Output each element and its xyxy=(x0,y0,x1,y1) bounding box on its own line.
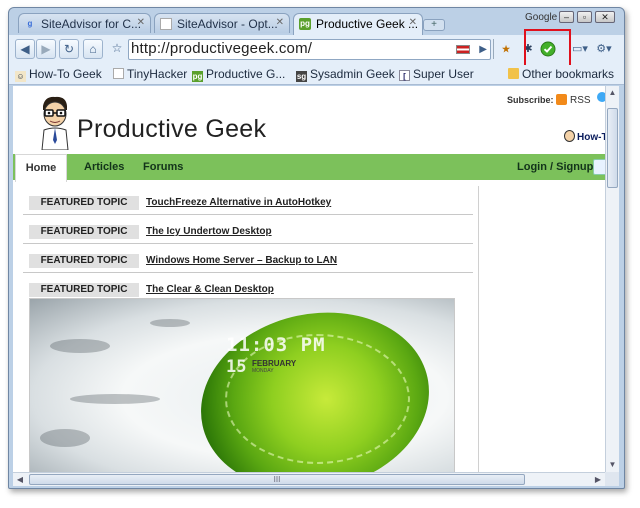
bookmark-super-user[interactable]: [Super User xyxy=(399,67,474,81)
wrench-menu-icon[interactable]: ⚙▾ xyxy=(593,39,615,59)
water-splash xyxy=(70,394,160,404)
close-tab-icon[interactable]: ✕ xyxy=(276,17,284,28)
url-text: http://productivegeek.com/ xyxy=(131,40,313,57)
sidebar-divider xyxy=(478,186,479,472)
reload-button[interactable]: ↻ xyxy=(59,39,79,59)
water-splash xyxy=(40,429,90,447)
featured-link[interactable]: The Clear & Clean Desktop xyxy=(146,284,274,295)
other-bookmarks[interactable]: Other bookmarks xyxy=(508,67,614,81)
horizontal-scroll-thumb[interactable]: III xyxy=(29,474,525,485)
page-menu-icon[interactable]: ▭▾ xyxy=(569,39,591,59)
wallpaper-clock-day: 15 xyxy=(226,357,247,377)
bookmark-tinyhacker[interactable]: TinyHacker xyxy=(113,67,187,81)
new-tab-button[interactable]: + xyxy=(423,19,445,31)
wallpaper-clock-weekday: MONDAY xyxy=(252,368,274,374)
howtogeek-favicon-icon: ☺ xyxy=(15,71,26,82)
bookmark-productive-geek[interactable]: pg Productive G... xyxy=(192,67,285,82)
scroll-up-icon[interactable]: ▲ xyxy=(606,86,619,100)
title-bar: g SiteAdvisor for C... ✕ SiteAdvisor - O… xyxy=(9,8,624,35)
browser-window: g SiteAdvisor for C... ✕ SiteAdvisor - O… xyxy=(8,7,625,489)
featured-tag: FEATURED TOPIC xyxy=(29,196,139,210)
featured-row: FEATURED TOPIC TouchFreeze Alternative i… xyxy=(23,186,473,215)
featured-tag: FEATURED TOPIC xyxy=(29,254,139,268)
scroll-left-icon[interactable]: ◀ xyxy=(13,473,27,486)
address-bar[interactable]: http://productivegeek.com/ ▶ xyxy=(128,39,491,60)
horizontal-scrollbar[interactable]: ◀ III ▶ xyxy=(13,472,605,486)
tab-siteadvisor-2[interactable]: SiteAdvisor - Opt... ✕ xyxy=(154,13,290,33)
bookmark-star-icon[interactable]: ☆ xyxy=(107,39,127,59)
howtogeek-mascot-icon xyxy=(564,130,575,142)
web-page: Productive Geek Subscribe: RSS How-To Ho… xyxy=(13,86,605,472)
rss-link[interactable]: RSS xyxy=(556,94,591,106)
superuser-favicon-icon: [ xyxy=(399,70,410,81)
pg-favicon-icon: pg xyxy=(299,18,311,30)
partner-icon xyxy=(597,92,605,102)
featured-tag: FEATURED TOPIC xyxy=(29,225,139,239)
wallpaper-clock-month: FEBRUARY xyxy=(252,359,297,368)
wallpaper-clock-time: 11:03 PM xyxy=(226,334,326,356)
google-favicon-icon: g xyxy=(27,19,33,28)
nav-articles[interactable]: Articles xyxy=(84,161,124,173)
forward-button[interactable]: ▶ xyxy=(36,39,56,59)
featured-tag: FEATURED TOPIC xyxy=(29,283,139,297)
bookmarks-bar: ☺ How-To Geek TinyHacker pg Productive G..… xyxy=(9,65,624,85)
page-favicon-icon xyxy=(113,68,124,79)
featured-link[interactable]: The Icy Undertow Desktop xyxy=(146,226,272,237)
nav-login[interactable]: Login / Signup xyxy=(517,161,593,173)
search-icon[interactable] xyxy=(593,159,605,175)
bookmark-sysadmin-geek[interactable]: sg Sysadmin Geek xyxy=(296,67,395,82)
nav-home[interactable]: Home xyxy=(15,154,67,182)
bookmark-howtogeek[interactable]: ☺ How-To Geek xyxy=(15,67,102,82)
minimize-button[interactable]: – xyxy=(559,11,574,23)
scroll-down-icon[interactable]: ▼ xyxy=(606,458,619,472)
pg-favicon-icon: pg xyxy=(192,71,203,82)
home-button[interactable]: ⌂ xyxy=(83,39,103,59)
scrollbar-corner xyxy=(605,472,619,486)
us-flag-icon xyxy=(456,45,470,54)
rss-icon xyxy=(556,94,567,105)
vertical-scroll-thumb[interactable] xyxy=(607,108,618,188)
featured-wallpaper-image[interactable]: 11:03 PM 15 FEBRUARY MONDAY xyxy=(29,298,455,472)
search-engine-label: Google xyxy=(525,12,558,23)
featured-link[interactable]: Windows Home Server – Backup to LAN xyxy=(146,255,337,266)
maximize-button[interactable]: ▫ xyxy=(577,11,592,23)
back-button[interactable]: ◀ xyxy=(15,39,35,59)
sysadmin-favicon-icon: sg xyxy=(296,71,307,82)
featured-row: FEATURED TOPIC The Icy Undertow Desktop xyxy=(23,215,473,244)
featured-link[interactable]: TouchFreeze Alternative in AutoHotkey xyxy=(146,197,331,208)
water-splash xyxy=(150,319,190,327)
extension-badge-icon[interactable]: ★ xyxy=(495,39,517,59)
close-window-button[interactable]: ✕ xyxy=(595,11,615,23)
vertical-scrollbar[interactable]: ▲ ▼ xyxy=(605,86,619,472)
site-header: Productive Geek Subscribe: RSS How-To xyxy=(13,86,605,151)
page-favicon-icon xyxy=(160,18,172,30)
scroll-right-icon[interactable]: ▶ xyxy=(591,473,605,486)
tab-siteadvisor-1[interactable]: g SiteAdvisor for C... ✕ xyxy=(18,13,151,33)
water-splash xyxy=(50,339,110,353)
folder-icon xyxy=(508,68,519,79)
site-title[interactable]: Productive Geek xyxy=(77,115,266,144)
site-nav: Home Articles Forums Login / Signup xyxy=(13,154,605,182)
close-tab-icon[interactable]: ✕ xyxy=(409,17,417,28)
nav-forums[interactable]: Forums xyxy=(143,161,183,173)
featured-row: FEATURED TOPIC Windows Home Server – Bac… xyxy=(23,244,473,273)
close-tab-icon[interactable]: ✕ xyxy=(137,17,145,28)
tab-productive-geek[interactable]: pg Productive Geek ... ✕ xyxy=(293,13,423,35)
subscribe-label: Subscribe: xyxy=(507,95,554,105)
howto-geek-link[interactable]: How-To xyxy=(564,130,605,143)
geek-mascot-logo[interactable] xyxy=(33,94,77,151)
go-arrow-icon[interactable]: ▶ xyxy=(479,44,487,55)
